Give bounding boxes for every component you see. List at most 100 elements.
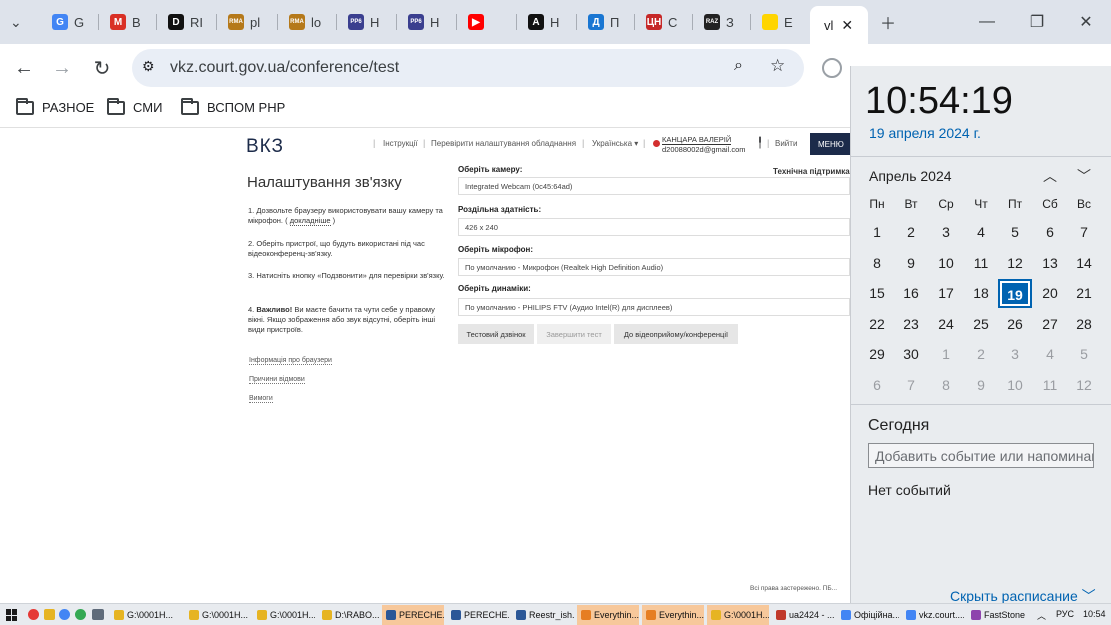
taskbar-app-button[interactable]: ua2424 - ... [772,605,834,625]
calendar-day[interactable]: 2 [894,218,928,247]
browser-tab[interactable]: GG [52,10,84,34]
taskbar-app-button[interactable]: FastStone [967,605,1029,625]
nav-instructions-link[interactable]: Інструкції [383,139,418,148]
refusal-reasons-link[interactable]: Причини відмови [249,376,305,384]
calendar-day[interactable]: 2 [964,340,998,369]
search-icon[interactable]: ⌕ [734,57,743,75]
calendar-day[interactable]: 16 [894,279,928,308]
calendar-day[interactable]: 1 [860,218,894,247]
calendar-day[interactable]: 5 [998,218,1032,247]
taskbar-app-button[interactable]: Офіційна... [837,605,899,625]
calendar-day[interactable]: 22 [860,310,894,339]
browser-tab[interactable]: RAZ З [704,10,734,34]
bookmark-folder[interactable]: РАЗНОЕ [16,97,94,115]
taskbar-app-button[interactable]: vkz.court.... [902,605,964,625]
calendar-day[interactable]: 11 [964,249,998,278]
calendar-day[interactable]: 3 [998,340,1032,369]
test-call-button[interactable]: Тестовий дзвінок [458,324,534,344]
calendar-day[interactable]: 21 [1067,279,1101,308]
taskbar-app-button[interactable]: G:\0001Н... [707,605,769,625]
camera-select[interactable]: Integrated Webcam (0c45:64ad) [458,177,850,195]
taskbar-app-button[interactable]: G:\0001Н... [110,605,180,625]
app-icon[interactable] [28,609,39,620]
nav-check-equipment-link[interactable]: Перевірити налаштування обладнання [431,139,576,148]
new-tab-button[interactable]: ＋ [876,10,900,34]
minimize-button[interactable]: — [975,10,999,34]
speakers-select[interactable]: По умолчанию - PHILIPS FTV (Аудио Intel(… [458,298,850,316]
calendar-day[interactable]: 4 [964,218,998,247]
calendar-day[interactable]: 12 [1067,371,1101,400]
globe-icon[interactable] [822,58,842,78]
browser-tab[interactable]: MB [110,10,141,34]
tech-support-link[interactable]: Технічна підтримка [773,167,850,176]
calendar-day[interactable]: 12 [998,249,1032,278]
taskbar-app-button[interactable]: Everythin... [642,605,704,625]
calendar-day[interactable]: 27 [1033,310,1067,339]
calendar-day[interactable]: 5 [1067,340,1101,369]
browser-tab[interactable]: ЦН С [646,10,677,34]
calendar-day[interactable]: 20 [1033,279,1067,308]
close-icon[interactable]: ✕ [841,17,853,34]
browser-info-link[interactable]: Інформація про браузери [249,357,332,365]
taskbar-clock[interactable]: 10:54 [1083,609,1106,619]
language-select[interactable]: Українська ▾ [592,139,638,148]
taskbar-app-button[interactable]: Reestr_ish... [512,605,574,625]
chevron-up-icon[interactable]: ︿ [1043,166,1057,186]
close-window-button[interactable]: ✕ [1074,10,1098,34]
taskbar-app-button[interactable]: G:\0001Н... [185,605,249,625]
calendar-day[interactable]: 30 [894,340,928,369]
calendar-day[interactable]: 6 [1033,218,1067,247]
tab-search-button[interactable]: ⌄ [10,10,22,34]
calendar-day[interactable]: 23 [894,310,928,339]
calendar-day[interactable]: 15 [860,279,894,308]
calendar-day[interactable]: 8 [860,249,894,278]
browser-tab[interactable]: Е [762,10,793,34]
address-bar[interactable]: ⚙ vkz.court.gov.ua/conference/test ⌕ ☆ [132,49,804,87]
browser-tab[interactable]: PP6 H [408,10,439,34]
browser-tab[interactable]: ДП [588,10,619,34]
calendar-day[interactable]: 17 [929,279,963,308]
calendar-day[interactable]: 28 [1067,310,1101,339]
calendar-day[interactable]: 14 [1067,249,1101,278]
taskbar-app-button[interactable]: G:\0001Н... [253,605,315,625]
calendar-day[interactable]: 9 [964,371,998,400]
browser-tab[interactable]: ▶ [468,10,490,34]
taskbar-app-button[interactable]: PERECHE... [447,605,509,625]
maximize-button[interactable]: ❐ [1025,10,1049,34]
reload-button[interactable]: ↻ [90,56,114,80]
bookmark-folder[interactable]: ВСПОМ РНР [181,97,285,115]
chevron-up-icon[interactable]: ︿ [1037,609,1046,622]
end-test-button[interactable]: Завершити тест [537,324,611,344]
resolution-select[interactable]: 426 x 240 [458,218,850,236]
menu-button[interactable]: МЕНЮ [810,133,850,155]
browser-tab[interactable]: PP6 H [348,10,379,34]
chrome-icon[interactable] [59,609,70,620]
back-button[interactable]: ← [12,56,36,80]
calendar-day[interactable]: 3 [929,218,963,247]
calendar-day[interactable]: 26 [998,310,1032,339]
details-link[interactable]: докладніше [289,216,331,226]
tab-active[interactable]: vl ✕ [810,6,868,44]
browser-tab[interactable]: RMA pl [228,10,260,34]
browser-tab[interactable]: AH [528,10,559,34]
month-label[interactable]: Апрель 2024 [869,168,952,184]
calendar-day[interactable]: 8 [929,371,963,400]
calendar-day[interactable]: 9 [894,249,928,278]
browser-tab[interactable]: RMA lo [289,10,321,34]
requirements-link[interactable]: Вимоги [249,395,273,403]
url-text[interactable]: vkz.court.gov.ua/conference/test [170,59,399,77]
key-icon[interactable]: ╿ [757,138,763,149]
calendar-day[interactable]: 7 [1067,218,1101,247]
calendar-day[interactable]: 29 [860,340,894,369]
folder-icon[interactable] [44,609,55,620]
forward-button[interactable]: → [50,56,74,80]
bookmark-folder[interactable]: СМИ [107,97,162,115]
taskbar-app-button[interactable]: Everythin... [577,605,639,625]
calendar-day[interactable]: 11 [1033,371,1067,400]
logout-link[interactable]: Вийти [775,139,797,148]
chrome-icon[interactable] [75,609,86,620]
calendar-day-today[interactable]: 19 [998,279,1032,308]
bookmark-star-icon[interactable]: ☆ [770,56,785,76]
full-date-link[interactable]: 19 апреля 2024 г. [869,125,981,141]
to-conference-button[interactable]: До відеоприйому/конференції [614,324,738,344]
